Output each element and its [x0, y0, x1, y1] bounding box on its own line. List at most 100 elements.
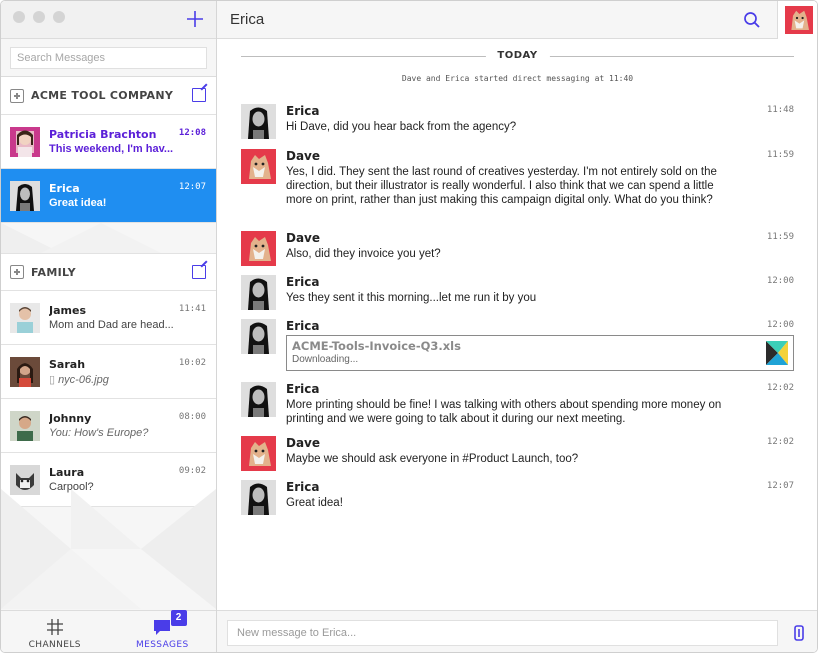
- channels-label: CHANNELS: [28, 640, 81, 650]
- file-name: ACME-Tools-Invoice-Q3.xls: [292, 339, 461, 353]
- attachment-icon: ▯: [49, 373, 56, 386]
- message-author: Dave: [286, 149, 321, 163]
- conversation-time: 12:08: [178, 128, 206, 138]
- conversation-preview: ▯ nyc-06.jpg: [49, 373, 207, 386]
- group-name: FAMILY: [31, 265, 76, 279]
- message-text: Yes they sent it this morning...let me r…: [286, 292, 537, 304]
- search-icon[interactable]: [743, 11, 761, 29]
- conversation-item-johnny[interactable]: Johnny You: How's Europe? 08:00: [1, 399, 216, 453]
- message-item: Erica 12:00 ACME-Tools-Invoice-Q3.xls Do…: [241, 319, 794, 375]
- chat-pane: Erica TODAY Dave and Erica started direc…: [217, 1, 817, 652]
- sidebar-search: [1, 39, 216, 77]
- message-time: 12:00: [766, 320, 794, 330]
- conversation-item-erica[interactable]: Erica Great idea! 12:07: [1, 169, 216, 223]
- conversation-preview: Mom and Dad are head...: [49, 319, 174, 331]
- message-text: Maybe we should ask everyone in #Product…: [286, 453, 579, 465]
- message-item: Erica 11:48 Hi Dave, did you hear back f…: [241, 104, 794, 142]
- avatar: [241, 480, 276, 515]
- spreadsheet-file-icon: [766, 341, 788, 365]
- message-item: Dave 11:59 Yes, I did. They sent the las…: [241, 149, 794, 225]
- search-input[interactable]: [10, 47, 207, 69]
- file-status: Downloading...: [292, 354, 359, 365]
- message-input[interactable]: [227, 620, 778, 646]
- avatar: [10, 302, 40, 333]
- avatar: [10, 126, 40, 157]
- chat-title: Erica: [230, 11, 265, 28]
- plus-icon: [187, 11, 203, 27]
- group-header-acme[interactable]: ACME TOOL COMPANY: [1, 77, 216, 115]
- conversation-item-sarah[interactable]: Sarah ▯ nyc-06.jpg 10:02: [1, 345, 216, 399]
- message-item: Dave 11:59 Also, did they invoice you ye…: [241, 231, 794, 269]
- avatar: [241, 231, 276, 266]
- message-time: 12:00: [766, 276, 794, 286]
- message-time: 11:59: [766, 232, 794, 242]
- day-divider-label: TODAY: [485, 50, 550, 61]
- group-icon: [10, 88, 24, 103]
- avatar: [784, 6, 813, 34]
- message-time: 12:07: [766, 481, 794, 491]
- close-window-button[interactable]: [13, 11, 25, 23]
- avatar: [10, 356, 40, 387]
- conversation-time: 11:41: [178, 304, 206, 314]
- message-author: Dave: [286, 231, 321, 245]
- sidebar: ACME TOOL COMPANY Patricia Brachton This…: [1, 1, 217, 652]
- message-text: Hi Dave, did you hear back from the agen…: [286, 121, 517, 133]
- group-spacer: [1, 223, 216, 253]
- unread-badge: 2: [170, 610, 187, 626]
- attachment-icon[interactable]: [794, 625, 804, 641]
- avatar: [241, 104, 276, 139]
- avatar: [241, 149, 276, 184]
- group-header-family[interactable]: FAMILY: [1, 253, 216, 291]
- attachment-filename: nyc-06.jpg: [58, 373, 109, 386]
- avatar: [10, 410, 40, 441]
- message-time: 12:02: [766, 383, 794, 393]
- message-list: TODAY Dave and Erica started direct mess…: [217, 40, 817, 610]
- minimize-window-button[interactable]: [33, 11, 45, 23]
- conversation-item-patricia[interactable]: Patricia Brachton This weekend, I'm hav.…: [1, 115, 216, 169]
- message-item: Erica 12:07 Great idea!: [241, 480, 794, 518]
- background-pattern: [1, 223, 161, 253]
- message-author: Erica: [286, 480, 320, 494]
- avatar: [241, 319, 276, 354]
- hashtag-icon: [46, 619, 63, 635]
- compose-icon[interactable]: [192, 265, 206, 279]
- avatar: [241, 436, 276, 471]
- avatar: [10, 180, 40, 211]
- message-author: Erica: [286, 382, 320, 396]
- channels-tab[interactable]: CHANNELS: [1, 611, 109, 652]
- message-author: Dave: [286, 436, 321, 450]
- message-item: Dave 12:02 Maybe we should ask everyone …: [241, 436, 794, 474]
- message-text: Yes, I did. They sent the last round of …: [286, 166, 717, 206]
- conversation-time: 08:00: [178, 412, 206, 422]
- message-time: 11:59: [766, 150, 794, 160]
- chat-header: Erica: [217, 1, 817, 39]
- conversation-preview: You: How's Europe?: [49, 427, 149, 439]
- avatar: [241, 382, 276, 417]
- file-attachment-card[interactable]: ACME-Tools-Invoice-Q3.xls Downloading...: [286, 335, 794, 371]
- message-author: Erica: [286, 319, 320, 333]
- bottom-nav: CHANNELS 2 MESSAGES: [1, 610, 217, 652]
- conversation-preview: This weekend, I'm hav...: [49, 143, 174, 155]
- conversation-time: 10:02: [178, 358, 206, 368]
- message-text: More printing should be fine! I was talk…: [286, 399, 722, 425]
- speech-bubble-icon: [154, 620, 171, 635]
- day-divider: TODAY: [217, 40, 817, 74]
- background-pattern: [1, 489, 216, 609]
- avatar: [241, 275, 276, 310]
- maximize-window-button[interactable]: [53, 11, 65, 23]
- window-controls: [13, 11, 65, 23]
- message-item: Erica 12:02 More printing should be fine…: [241, 382, 794, 430]
- new-conversation-button[interactable]: [184, 8, 206, 30]
- message-time: 12:02: [766, 437, 794, 447]
- messaging-app-window: ACME TOOL COMPANY Patricia Brachton This…: [0, 0, 818, 653]
- profile-avatar-button[interactable]: [777, 1, 817, 39]
- composer: [217, 610, 817, 652]
- messages-tab[interactable]: 2 MESSAGES: [109, 610, 217, 652]
- message-text: Also, did they invoice you yet?: [286, 248, 441, 260]
- conversation-preview: Great idea!: [49, 197, 107, 209]
- conversation-time: 12:07: [178, 182, 206, 192]
- messages-label: MESSAGES: [135, 640, 189, 650]
- message-text: Great idea!: [286, 497, 343, 509]
- compose-icon[interactable]: [192, 88, 206, 102]
- conversation-item-james[interactable]: James Mom and Dad are head... 11:41: [1, 291, 216, 345]
